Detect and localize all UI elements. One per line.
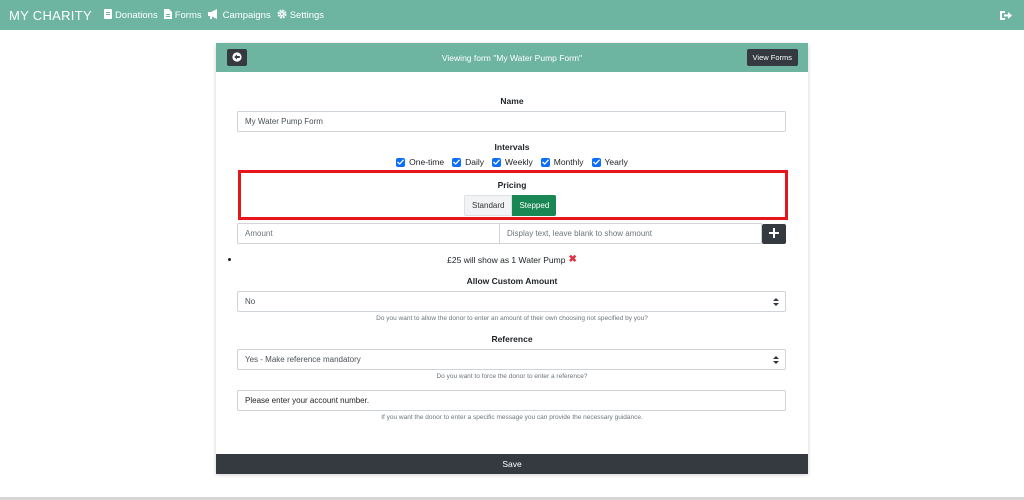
gear-icon: [277, 8, 290, 22]
price-step-row: Amount Display text, leave blank to show…: [237, 223, 762, 244]
form-card: Viewing form "My Water Pump Form" View F…: [216, 43, 808, 474]
select-value: Yes - Make reference mandatory: [245, 355, 361, 364]
interval-one-time-checkbox[interactable]: One-time: [396, 157, 444, 167]
checkmark-icon: [396, 157, 406, 167]
reference-help: Do you want to force the donor to enter …: [436, 373, 588, 380]
back-button[interactable]: [227, 49, 247, 66]
pricing-toggle: Standard Stepped: [464, 195, 557, 216]
interval-label: Yearly: [604, 157, 628, 167]
nav-item-donations[interactable]: Donations: [103, 8, 158, 22]
forms-icon: [163, 8, 175, 22]
checkmark-icon: [591, 157, 601, 167]
name-input[interactable]: My Water Pump Form: [237, 111, 786, 132]
remove-x-icon[interactable]: ✖: [568, 254, 576, 265]
interval-label: One-time: [409, 157, 445, 167]
card-header: Viewing form "My Water Pump Form" View F…: [216, 43, 808, 72]
pricing-stepped-button[interactable]: Stepped: [512, 195, 557, 216]
interval-label: Monthly: [553, 157, 584, 167]
amount-input[interactable]: Amount: [237, 223, 500, 244]
display-text-input[interactable]: Display text, leave blank to show amount: [500, 223, 762, 244]
price-step-text: £25 will show as 1 Water Pump: [447, 254, 566, 265]
nav-item-campaigns[interactable]: Campaigns: [207, 8, 271, 22]
donations-icon: [103, 8, 115, 22]
allow-custom-amount-help: Do you want to allow the donor to enter …: [376, 315, 648, 322]
interval-label: Daily: [465, 157, 485, 167]
sort-caret-icon: [773, 297, 779, 309]
interval-yearly-checkbox[interactable]: Yearly: [591, 157, 628, 167]
view-forms-button[interactable]: View Forms: [746, 49, 798, 66]
checkmark-icon: [540, 157, 550, 167]
checkmark-icon: [452, 157, 462, 167]
nav-item-settings[interactable]: Settings: [277, 8, 325, 22]
arrow-left-circle-icon: [232, 49, 242, 67]
pricing-standard-button[interactable]: Standard: [464, 195, 513, 216]
nav-item-label: Settings: [289, 9, 325, 21]
nav-item-label: Campaigns: [222, 9, 271, 21]
nav-item-forms[interactable]: Forms: [163, 8, 202, 22]
reference-label: Reference: [491, 334, 533, 344]
brand-logo[interactable]: MY CHARITY: [9, 8, 92, 23]
sign-out-icon[interactable]: [1000, 8, 1012, 26]
plus-icon: [769, 225, 779, 243]
megaphone-icon: [207, 8, 223, 22]
add-step-button[interactable]: [762, 224, 786, 244]
save-button[interactable]: Save: [216, 454, 808, 474]
intervals-label: Intervals: [494, 142, 530, 152]
reference-guidance-help: If you want the donor to enter a specifi…: [381, 414, 643, 421]
nav-item-label: Forms: [174, 9, 202, 21]
checkmark-icon: [492, 157, 502, 167]
select-value: No: [245, 297, 256, 306]
interval-monthly-checkbox[interactable]: Monthly: [540, 157, 584, 167]
pricing-label: Pricing: [497, 180, 527, 190]
name-label: Name: [500, 96, 524, 106]
price-step-item: £25 will show as 1 Water Pump ✖: [216, 254, 808, 265]
reference-guidance-input[interactable]: Please enter your account number.: [237, 390, 786, 411]
card-title: Viewing form "My Water Pump Form": [441, 52, 583, 63]
interval-daily-checkbox[interactable]: Daily: [452, 157, 484, 167]
allow-custom-amount-label: Allow Custom Amount: [466, 276, 558, 286]
nav-item-label: Donations: [114, 9, 158, 21]
interval-weekly-checkbox[interactable]: Weekly: [492, 157, 533, 167]
sort-caret-icon: [773, 355, 779, 367]
allow-custom-amount-select[interactable]: No: [237, 291, 786, 312]
top-navbar: MY CHARITY Donations Forms Campaigns Set…: [0, 0, 1024, 30]
interval-label: Weekly: [505, 157, 533, 167]
reference-select[interactable]: Yes - Make reference mandatory: [237, 349, 786, 370]
intervals-group: One-time Daily Weekly Monthly Yearly: [216, 157, 808, 167]
